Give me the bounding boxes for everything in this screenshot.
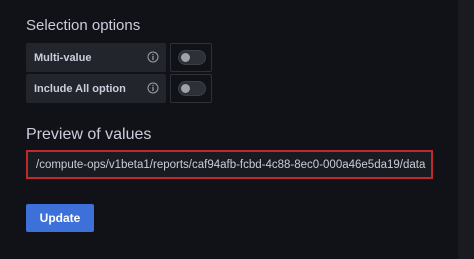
multi-value-toggle-container (170, 43, 212, 72)
option-label-box: Multi-value (26, 43, 166, 72)
variable-settings-panel: Selection options Multi-value Include Al… (0, 0, 474, 259)
info-icon[interactable] (147, 82, 159, 94)
preview-values-box: /compute-ops/v1beta1/reports/caf94afb-fc… (26, 150, 433, 179)
preview-of-values-heading: Preview of values (26, 126, 152, 143)
info-icon[interactable] (147, 51, 159, 63)
multi-value-toggle[interactable] (178, 50, 206, 65)
option-label-box: Include All option (26, 74, 166, 103)
include-all-label: Include All option (34, 83, 126, 95)
panel-edge (458, 0, 474, 259)
update-button[interactable]: Update (26, 204, 94, 232)
preview-value-text: /compute-ops/v1beta1/reports/caf94afb-fc… (36, 159, 426, 171)
include-all-toggle[interactable] (178, 81, 206, 96)
selection-options-heading: Selection options (26, 17, 141, 34)
toggle-knob (181, 84, 190, 93)
multi-value-label: Multi-value (34, 52, 92, 64)
toggle-knob (181, 53, 190, 62)
include-all-toggle-container (170, 74, 212, 103)
